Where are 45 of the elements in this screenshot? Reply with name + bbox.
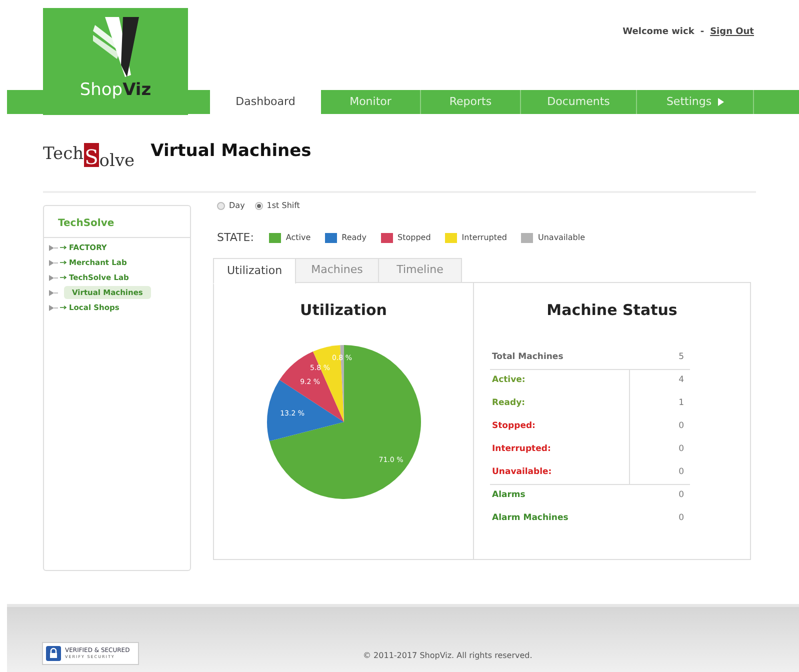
status-value: 0 [678,489,684,502]
logo-text: ShopViz [80,82,152,99]
copyright-text: © 2011-2017 ShopViz. All rights reserved. [363,650,532,662]
legend-label: Interrupted [462,232,507,244]
sign-out-link[interactable]: Sign Out [710,26,754,40]
arrow-icon [60,305,67,310]
lock-icon [46,646,61,661]
welcome-text: Welcome wick [622,26,694,39]
radio-button[interactable] [254,202,263,210]
legend-label: Active [286,232,311,244]
state-label: STATE: [217,230,254,246]
status-label: Unavailable: [492,466,552,478]
status-title: Machine Status [546,300,678,321]
status-label: Ready: [492,396,526,410]
nav-tab[interactable]: Dashboard [210,90,321,114]
status-label: Interrupted: [492,442,551,456]
sidebar-title: TechSolve [58,216,114,230]
page-title: Virtual Machines [150,140,312,164]
arrow-icon [60,245,67,250]
status-value: 0 [678,442,684,456]
radio-option[interactable]: Day [217,200,245,212]
legend-label: Ready [342,232,366,244]
status-value: 0 [678,466,684,478]
legend-label: Unavailable [538,232,586,244]
radio-button[interactable] [217,202,225,210]
status-label: Total Machines [492,350,564,364]
status-label: Alarm Machines [492,512,568,524]
status-value: 1 [678,396,684,410]
legend-label: Stopped [398,232,431,244]
status-value: 5 [678,350,684,364]
status-label: Active: [492,374,526,387]
chart-title: Utilization [300,300,387,321]
content-tab[interactable]: Timeline [379,258,462,283]
arrow-icon [60,275,67,280]
radio-option[interactable]: 1st Shift [254,200,300,212]
arrow-icon [60,260,67,265]
separator-text: - [700,26,704,39]
status-value: 0 [678,420,684,432]
status-label: Alarms [492,489,526,502]
status-label: Stopped: [492,420,536,432]
status-value: 4 [678,374,684,387]
content-tab[interactable]: Utilization [213,258,296,284]
v-logo-icon [90,15,140,79]
status-value: 0 [678,512,684,524]
content-tab[interactable]: Machines [296,258,379,283]
